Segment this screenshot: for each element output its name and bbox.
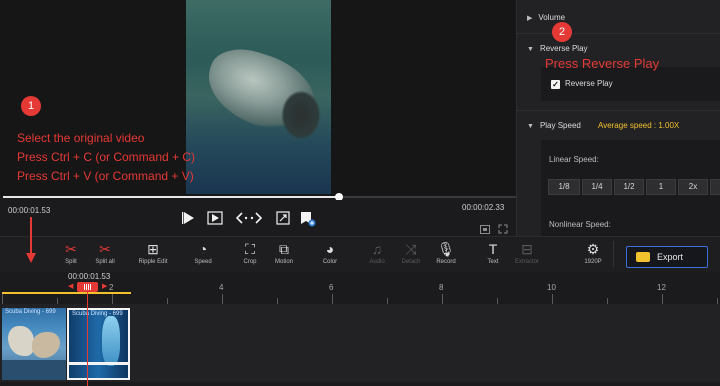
linear-speed-label: Linear Speed: bbox=[549, 155, 599, 164]
ruler-label-10: 10 bbox=[547, 283, 556, 292]
resolution-icon: ⚙ bbox=[586, 241, 600, 257]
speed-option-1[interactable]: 1 bbox=[646, 179, 676, 195]
playback-progress-fill bbox=[3, 196, 339, 198]
ruler-label-6: 6 bbox=[329, 283, 334, 292]
step-1-badge: 1 bbox=[21, 96, 41, 116]
step-1-line: Select the original video bbox=[17, 131, 145, 145]
ripple-edit-icon: ⊞ bbox=[147, 241, 159, 257]
extractor-button[interactable]: ⊟ Extractor bbox=[507, 240, 547, 265]
play-selection-icon[interactable] bbox=[206, 210, 224, 228]
extractor-icon: ⊟ bbox=[521, 241, 533, 257]
average-speed-readout: Average speed : 1.00X bbox=[598, 121, 680, 130]
reverse-play-checkbox[interactable]: ✓ bbox=[551, 80, 560, 89]
nonlinear-speed-label: Nonlinear Speed: bbox=[549, 220, 611, 229]
volume-section-header[interactable]: ▶ Volume bbox=[527, 13, 565, 22]
step-1-line: Press Ctrl + V (or Command + V) bbox=[17, 169, 194, 183]
motion-icon: ⧉ bbox=[279, 241, 289, 257]
speed-option-1-4[interactable]: 1/4 bbox=[582, 179, 612, 195]
current-time: 00:00:01.53 bbox=[8, 206, 51, 215]
fullscreen-icon[interactable] bbox=[274, 210, 292, 228]
speed-option-1-2[interactable]: 1/2 bbox=[614, 179, 644, 195]
speed-option-2x[interactable]: 2x bbox=[678, 179, 708, 195]
chevron-down-icon: ▼ bbox=[527, 46, 534, 53]
playhead-line[interactable] bbox=[87, 282, 88, 386]
speed-option-1-8[interactable]: 1/8 bbox=[548, 179, 580, 195]
record-button[interactable]: 🎙 Record bbox=[426, 240, 466, 265]
video-frame bbox=[186, 0, 331, 194]
step-2-instruction: Press Reverse Play bbox=[545, 56, 660, 71]
step-1-instructions: Select the original video Press Ctrl + C… bbox=[17, 129, 195, 186]
playhead-time: 00:00:01.53 bbox=[68, 272, 111, 281]
range-start-marker[interactable]: ◀ bbox=[68, 283, 73, 290]
step-1-line: Press Ctrl + C (or Command + C) bbox=[17, 150, 196, 164]
palette-icon: ◕ bbox=[325, 241, 335, 257]
total-time: 00:00:02.33 bbox=[462, 203, 505, 212]
selection-range-bar bbox=[2, 292, 131, 294]
speed-option-more[interactable] bbox=[710, 179, 720, 195]
ripple-edit-button[interactable]: ⊞ Ripple Edit bbox=[133, 240, 173, 265]
reverse-play-checkbox-label: Reverse Play bbox=[565, 79, 613, 88]
reverse-play-section-header[interactable]: ▼ Reverse Play bbox=[527, 44, 588, 53]
timeline-clip-selected[interactable]: Scuba Diving - 699 bbox=[67, 308, 130, 380]
ruler-label-12: 12 bbox=[657, 283, 666, 292]
split-all-icon: ✂ bbox=[99, 241, 111, 257]
export-button[interactable]: Export bbox=[626, 246, 708, 268]
detach-button[interactable]: ⤨ Detach bbox=[391, 240, 431, 265]
clip-title: Scuba Diving - 699 bbox=[72, 311, 123, 317]
motion-button[interactable]: ⧉ Motion bbox=[264, 240, 304, 265]
chevron-down-icon: ▼ bbox=[527, 123, 534, 130]
microphone-icon: 🎙 bbox=[437, 241, 455, 257]
clip-title: Scuba Diving - 699 bbox=[5, 309, 56, 315]
timeline-clip[interactable]: Scuba Diving - 699 bbox=[2, 308, 66, 380]
detach-icon: ⤨ bbox=[405, 241, 417, 257]
speedometer-icon: ◔ bbox=[198, 241, 208, 257]
ruler-label-8: 8 bbox=[439, 283, 444, 292]
play-icon[interactable] bbox=[180, 210, 198, 228]
resolution-button[interactable]: ⚙ 1920P bbox=[573, 240, 613, 265]
export-icon bbox=[636, 252, 650, 262]
play-speed-section-header[interactable]: ▼ Play Speed bbox=[527, 121, 581, 130]
chevron-right-icon: ▶ bbox=[527, 15, 533, 22]
speed-button[interactable]: ◔ Speed bbox=[183, 240, 223, 265]
range-end-marker[interactable]: ▶ bbox=[102, 283, 107, 290]
arrow-down-icon bbox=[25, 217, 37, 270]
step-2-badge: 2 bbox=[552, 22, 572, 42]
next-frame-icon[interactable] bbox=[248, 210, 266, 228]
ruler-label-4: 4 bbox=[219, 283, 224, 292]
playhead-handle[interactable] bbox=[77, 282, 98, 292]
add-marker-icon[interactable] bbox=[298, 210, 316, 228]
ruler-label-2: 2 bbox=[109, 283, 114, 292]
color-button[interactable]: ◕ Color bbox=[310, 240, 350, 265]
split-all-button[interactable]: ✂ Split all bbox=[85, 240, 125, 265]
